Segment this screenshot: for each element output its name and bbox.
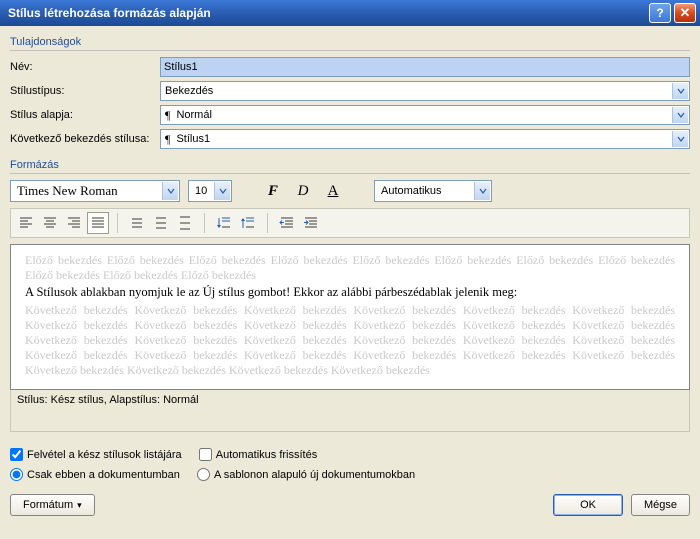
name-input[interactable] (160, 57, 690, 77)
space-before-dec-button[interactable] (237, 212, 259, 234)
chevron-down-icon (214, 182, 230, 200)
linespacing-1-button[interactable] (126, 212, 148, 234)
align-right-button[interactable] (63, 212, 85, 234)
dialog-title: Stílus létrehozása formázás alapján (8, 6, 646, 20)
format-menu-button[interactable]: Formátum▾ (10, 494, 95, 516)
indent-decrease-button[interactable] (276, 212, 298, 234)
next-value: Stílus1 (176, 133, 210, 145)
next-select[interactable]: ¶ Stílus1 (160, 129, 690, 149)
close-button[interactable]: ✕ (674, 3, 696, 23)
type-value: Bekezdés (165, 85, 213, 97)
space-before-inc-button[interactable] (213, 212, 235, 234)
autoupdate-checkbox[interactable]: Automatikus frissítés (199, 448, 317, 461)
group-properties: Tulajdonságok (10, 36, 690, 48)
chevron-down-icon (672, 107, 688, 123)
align-center-button[interactable] (39, 212, 61, 234)
title-bar: Stílus létrehozása formázás alapján ? ✕ (0, 0, 700, 26)
pilcrow-icon: ¶ (165, 108, 170, 123)
menu-indicator-icon: ▾ (77, 500, 82, 511)
font-value: Times New Roman (17, 183, 118, 199)
cancel-button[interactable]: Mégse (631, 494, 690, 516)
preview-pane: Előző bekezdés Előző bekezdés Előző beke… (10, 244, 690, 390)
addlist-checkbox[interactable]: Felvétel a kész stílusok listájára (10, 448, 182, 461)
linespacing-15-button[interactable] (150, 212, 172, 234)
thisdoc-input[interactable] (10, 468, 23, 481)
addlist-input[interactable] (10, 448, 23, 461)
chevron-down-icon (474, 182, 490, 200)
name-label: Név: (10, 61, 160, 73)
font-select[interactable]: Times New Roman (10, 180, 180, 202)
chevron-down-icon (162, 182, 178, 200)
preview-next: Következő bekezdés Következő bekezdés Kö… (25, 303, 675, 378)
newdocs-input[interactable] (197, 468, 210, 481)
linespacing-2-button[interactable] (174, 212, 196, 234)
align-left-button[interactable] (15, 212, 37, 234)
chevron-down-icon (672, 131, 688, 147)
newdocs-radio[interactable]: A sablonon alapuló új dokumentumokban (197, 468, 415, 481)
type-label: Stílustípus: (10, 85, 160, 97)
base-label: Stílus alapja: (10, 109, 160, 121)
color-value: Automatikus (381, 185, 442, 197)
underline-button[interactable]: A (322, 180, 344, 202)
fontcolor-select[interactable]: Automatikus (374, 180, 492, 202)
ok-button[interactable]: OK (553, 494, 623, 516)
preview-sample: A Stílusok ablakban nyomjuk le az Új stí… (25, 285, 675, 301)
preview-prev: Előző bekezdés Előző bekezdés Előző beke… (25, 253, 675, 283)
thisdoc-radio[interactable]: Csak ebben a dokumentumban (10, 468, 180, 481)
help-button[interactable]: ? (649, 3, 671, 23)
style-description: Stílus: Kész stílus, Alapstílus: Normál (10, 390, 690, 432)
group-format: Formázás (10, 159, 690, 171)
base-value: Normál (176, 109, 211, 121)
align-justify-button[interactable] (87, 212, 109, 234)
next-label: Következő bekezdés stílusa: (10, 133, 160, 145)
italic-button[interactable]: D (292, 180, 314, 202)
autoupdate-input[interactable] (199, 448, 212, 461)
type-select[interactable]: Bekezdés (160, 81, 690, 101)
paragraph-toolbar (10, 208, 690, 238)
indent-increase-button[interactable] (300, 212, 322, 234)
pilcrow-icon: ¶ (165, 132, 170, 147)
base-select[interactable]: ¶ Normál (160, 105, 690, 125)
size-value: 10 (195, 185, 207, 197)
chevron-down-icon (672, 83, 688, 99)
bold-button[interactable]: F (262, 180, 284, 202)
size-select[interactable]: 10 (188, 180, 232, 202)
